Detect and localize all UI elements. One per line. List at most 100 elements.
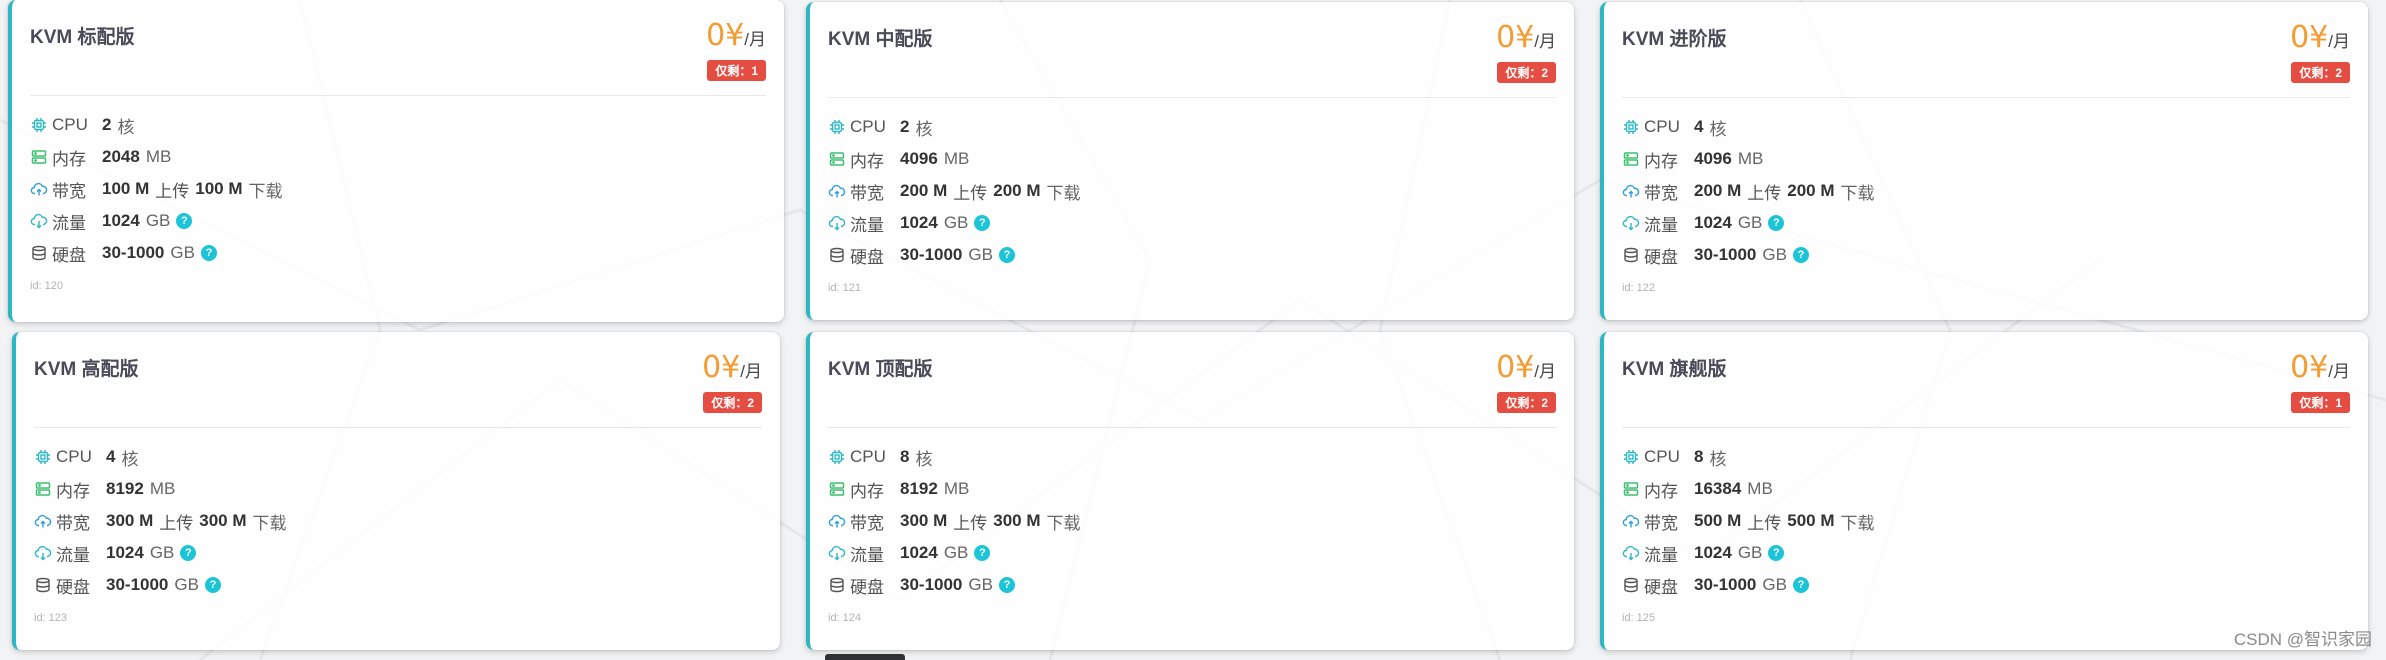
help-icon[interactable]: ? <box>200 245 217 261</box>
spec-label-bandwidth: 带宽 <box>850 513 884 533</box>
plan-card[interactable]: KVM 高配版 0¥/月 仅剩：2 CPU 4 核 内存 8192 MB 带宽 … <box>12 332 780 650</box>
traffic-value: 1024 <box>102 211 140 230</box>
cpu-unit: 核 <box>1709 119 1727 139</box>
help-icon[interactable]: ? <box>998 247 1015 263</box>
cloud-download-icon <box>828 544 846 562</box>
cpu-unit: 核 <box>121 449 139 469</box>
currency-symbol: ¥ <box>721 350 741 385</box>
help-icon[interactable]: ? <box>974 545 991 561</box>
bandwidth-up: 200 M <box>900 181 948 200</box>
plan-id: id: 123 <box>34 612 68 624</box>
cloud-upload-icon <box>1622 512 1640 530</box>
help-icon[interactable]: ? <box>180 545 197 561</box>
upload-text: 上传 <box>1747 183 1782 203</box>
upload-text: 上传 <box>155 181 190 201</box>
price-amount: 0 <box>1496 350 1516 385</box>
traffic-value: 1024 <box>1694 543 1732 562</box>
memory-icon <box>1622 150 1640 168</box>
cloud-download-icon <box>30 212 48 230</box>
upload-text: 上传 <box>953 513 988 533</box>
cpu-unit: 核 <box>915 119 933 139</box>
spec-label-memory: 内存 <box>1644 481 1678 501</box>
spec-disk: 硬盘 30-1000 GB? <box>1622 572 1809 598</box>
spec-memory: 内存 8192 MB <box>828 476 969 502</box>
cpu-icon <box>1622 118 1640 136</box>
price-amount: 0 <box>702 350 722 385</box>
help-icon[interactable]: ? <box>974 215 991 231</box>
spec-label-bandwidth: 带宽 <box>1644 183 1678 203</box>
plan-card[interactable]: KVM 中配版 0¥/月 仅剩：2 CPU 2 核 内存 4096 MB 带宽 … <box>806 2 1574 320</box>
spec-label-cpu: CPU <box>850 447 886 466</box>
help-icon[interactable]: ? <box>1792 577 1809 593</box>
currency-symbol: ¥ <box>725 18 745 53</box>
traffic-unit: GB <box>149 543 175 562</box>
disk-value: 30-1000 <box>1694 245 1757 264</box>
spec-bandwidth: 带宽 100 M 上传 100 M 下载 <box>30 176 283 202</box>
help-icon[interactable]: ? <box>204 577 221 593</box>
traffic-value: 1024 <box>1694 213 1732 232</box>
spec-label-bandwidth: 带宽 <box>850 183 884 203</box>
memory-unit: MB <box>943 149 970 168</box>
plan-name: KVM 进阶版 <box>1622 29 1727 50</box>
spec-label-cpu: CPU <box>1644 447 1680 466</box>
memory-unit: MB <box>943 479 970 498</box>
cpu-icon <box>828 448 846 466</box>
stock-badge: 仅剩：2 <box>703 392 762 413</box>
plan-name: KVM 顶配版 <box>828 359 933 380</box>
spec-label-disk: 硬盘 <box>1644 247 1678 267</box>
divider <box>1622 97 2350 98</box>
spec-label-disk: 硬盘 <box>850 577 884 597</box>
bandwidth-down: 300 M <box>993 511 1041 530</box>
disk-value: 30-1000 <box>102 243 165 262</box>
help-icon[interactable]: ? <box>1768 215 1785 231</box>
memory-value: 16384 <box>1694 479 1742 498</box>
cpu-value: 2 <box>900 117 910 136</box>
plan-card[interactable]: KVM 顶配版 0¥/月 仅剩：2 CPU 8 核 内存 8192 MB 带宽 … <box>806 332 1574 650</box>
price-amount: 0 <box>706 18 726 53</box>
plan-card[interactable]: KVM 进阶版 0¥/月 仅剩：2 CPU 4 核 内存 4096 MB 带宽 … <box>1600 2 2368 320</box>
disk-unit: GB <box>968 575 993 594</box>
price-period: /月 <box>2328 362 2350 381</box>
database-icon <box>828 246 846 264</box>
memory-value: 4096 <box>1694 149 1732 168</box>
price-amount: 0 <box>2290 350 2310 385</box>
spec-label-disk: 硬盘 <box>1644 577 1678 597</box>
cpu-value: 8 <box>1694 447 1704 466</box>
plan-card[interactable]: KVM 标配版 0¥/月 仅剩：1 CPU 2 核 内存 2048 MB 带宽 … <box>8 0 784 322</box>
spec-label-disk: 硬盘 <box>56 577 90 597</box>
plan-name: KVM 高配版 <box>34 359 139 380</box>
download-text: 下载 <box>1840 513 1875 533</box>
spec-traffic: 流量 1024 GB? <box>828 210 991 236</box>
memory-unit: MB <box>1747 479 1773 498</box>
divider <box>828 97 1556 98</box>
help-icon[interactable]: ? <box>1768 545 1785 561</box>
spec-label-memory: 内存 <box>52 149 86 169</box>
memory-icon <box>1622 480 1640 498</box>
help-icon[interactable]: ? <box>998 577 1015 593</box>
price-period: /月 <box>740 362 762 381</box>
cpu-unit: 核 <box>117 117 135 137</box>
spec-label-traffic: 流量 <box>850 545 884 565</box>
plan-card[interactable]: KVM 旗舰版 0¥/月 仅剩：1 CPU 8 核 内存 16384 MB 带宽… <box>1600 332 2368 650</box>
traffic-unit: GB <box>1737 543 1763 562</box>
help-icon[interactable]: ? <box>1792 247 1809 263</box>
spec-bandwidth: 带宽 500 M 上传 500 M 下载 <box>1622 508 1875 534</box>
plan-id: id: 125 <box>1622 612 1656 624</box>
price-amount: 0 <box>1496 20 1516 55</box>
cloud-upload-icon <box>828 512 846 530</box>
disk-value: 30-1000 <box>900 245 963 264</box>
cpu-icon <box>30 116 48 134</box>
cloud-download-icon <box>1622 214 1640 232</box>
traffic-unit: GB <box>1737 213 1763 232</box>
currency-symbol: ¥ <box>2309 20 2329 55</box>
currency-symbol: ¥ <box>2309 350 2329 385</box>
spec-label-traffic: 流量 <box>1644 545 1678 565</box>
disk-value: 30-1000 <box>106 575 169 594</box>
memory-unit: MB <box>145 147 172 166</box>
spec-memory: 内存 8192 MB <box>34 476 175 502</box>
database-icon <box>828 576 846 594</box>
upload-text: 上传 <box>953 183 988 203</box>
cpu-value: 8 <box>900 447 910 466</box>
memory-unit: MB <box>1737 149 1764 168</box>
help-icon[interactable]: ? <box>176 213 193 229</box>
